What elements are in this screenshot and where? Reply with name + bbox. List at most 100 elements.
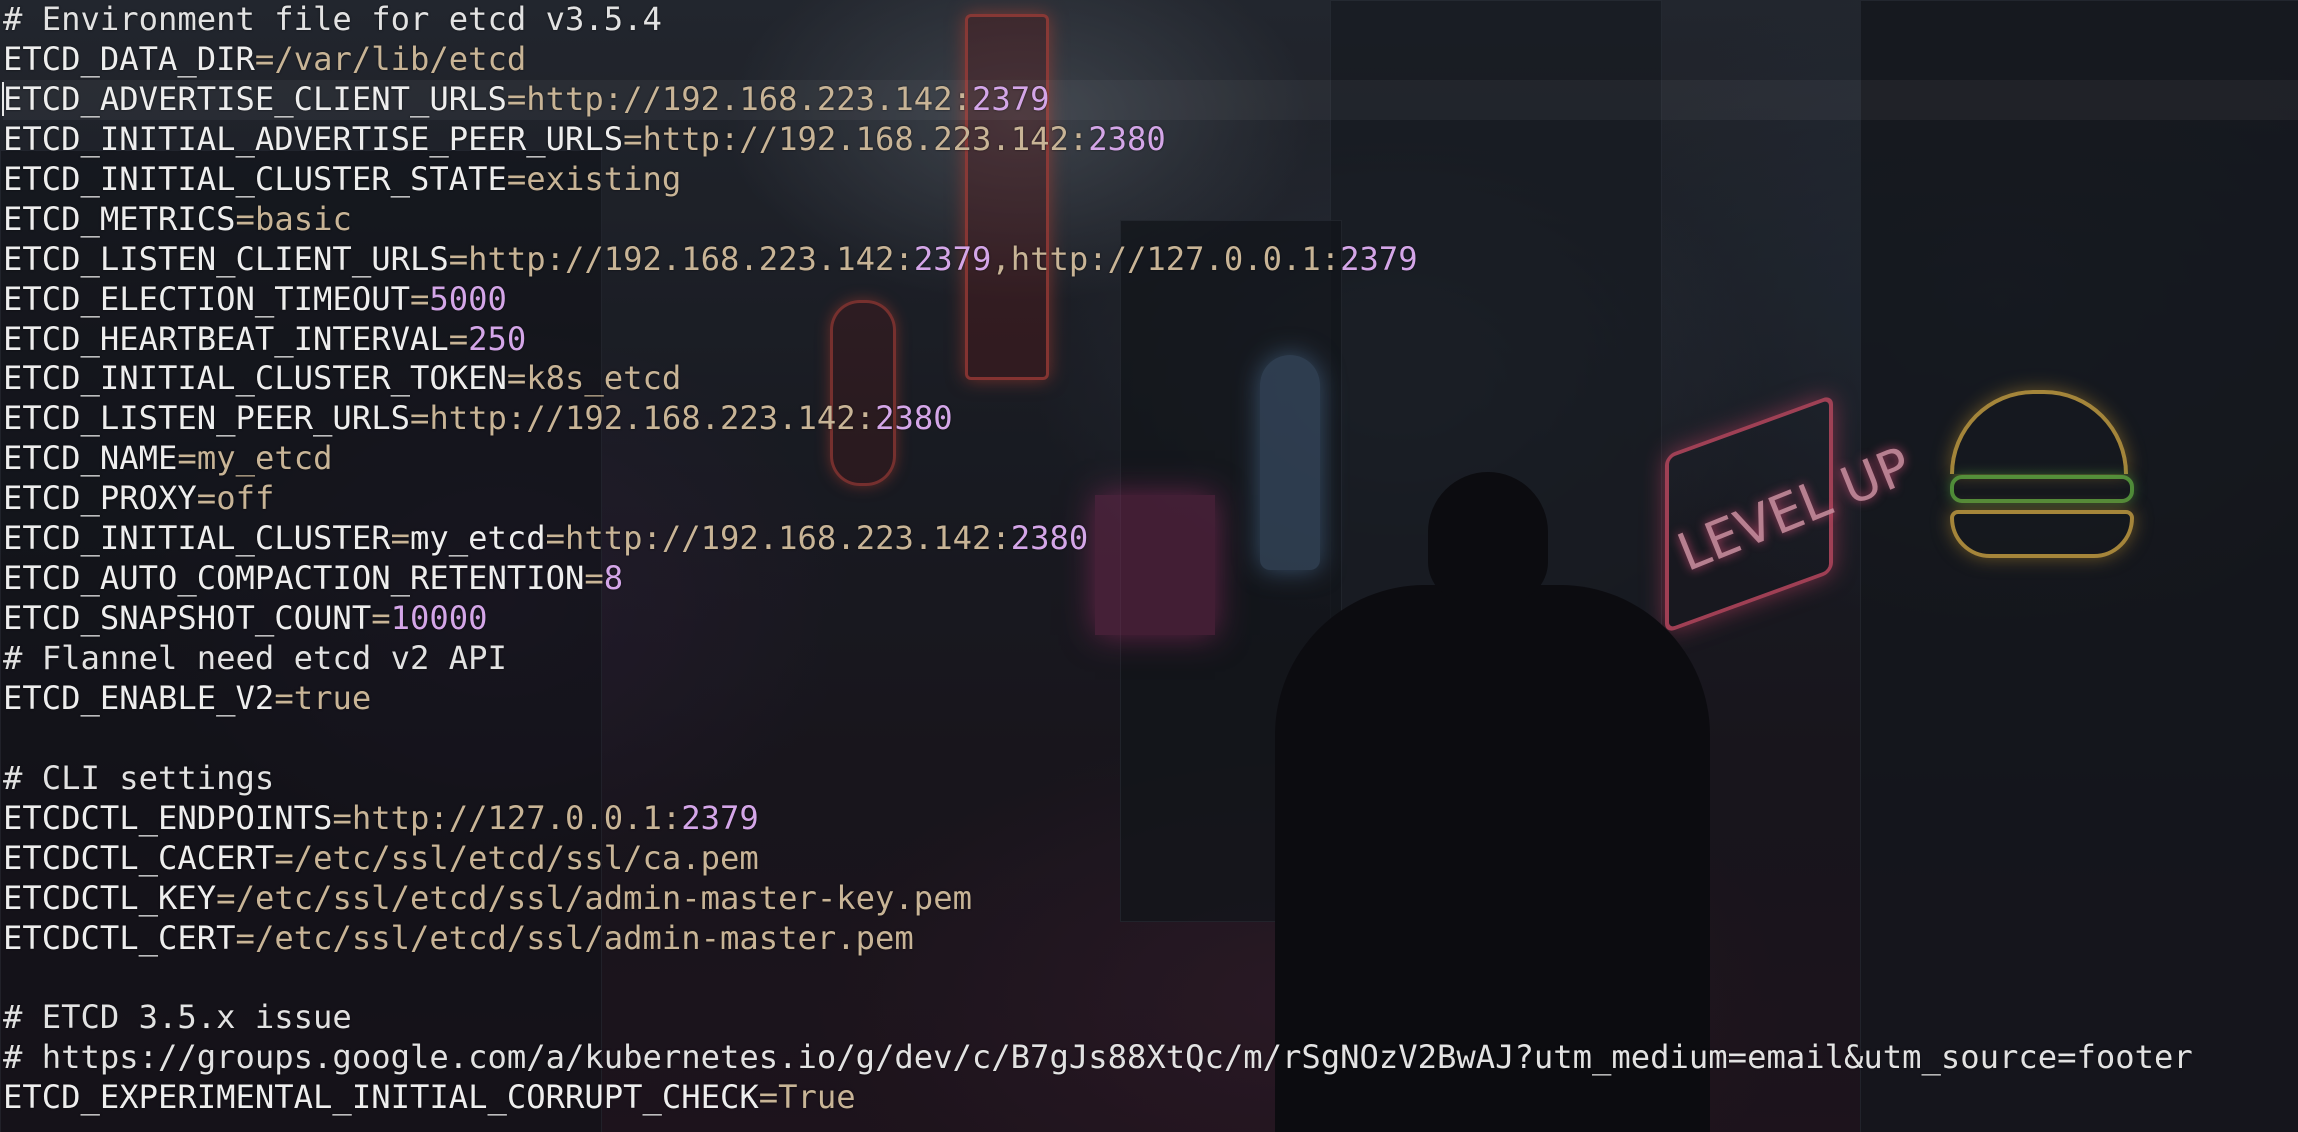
env-var-number: 2380	[1010, 519, 1089, 558]
comment-text: # Flannel need etcd v2 API	[3, 639, 507, 677]
env-var-key: ETCD_INITIAL_CLUSTER	[3, 519, 391, 558]
equals-sign: =	[332, 798, 352, 837]
env-var-line: ETCD_AUTO_COMPACTION_RETENTION=8	[3, 559, 2298, 599]
env-var-key: ETCD_SNAPSHOT_COUNT	[3, 599, 372, 638]
env-var-key: ETCD_PROXY	[3, 479, 197, 518]
env-var-number: 2379	[913, 239, 992, 278]
env-var-line: ETCD_ELECTION_TIMEOUT=5000	[3, 280, 2298, 320]
env-var-line: ETCD_DATA_DIR=/var/lib/etcd	[3, 40, 2298, 80]
env-var-number: 2379	[971, 79, 1050, 118]
env-var-line: ETCD_LISTEN_PEER_URLS=http://192.168.223…	[3, 399, 2298, 439]
env-var-key: ETCD_INITIAL_CLUSTER_STATE	[3, 159, 507, 198]
env-var-line: ETCD_INITIAL_CLUSTER_TOKEN=k8s_etcd	[3, 359, 2298, 399]
equals-sign: =	[506, 359, 527, 398]
env-var-line: ETCD_EXPERIMENTAL_INITIAL_CORRUPT_CHECK=…	[3, 1078, 2298, 1118]
terminal-text-buffer[interactable]: # Environment file for etcd v3.5.4 ETCD_D…	[3, 0, 2298, 1118]
env-var-value: http://192.168.223.142:	[429, 399, 876, 438]
equals-sign: =	[506, 79, 527, 118]
terminal-window[interactable]: LEVEL UP # Environment file for etcd v3.…	[0, 0, 2298, 1132]
env-var-value: off	[216, 479, 275, 518]
env-var-value: http://192.168.223.142:	[565, 519, 1011, 558]
env-var-key: ETCD_ELECTION_TIMEOUT	[3, 279, 410, 318]
env-var-key: ETCDCTL_CERT	[3, 918, 236, 957]
equals-sign: =	[584, 559, 604, 598]
env-var-number: 2379	[681, 798, 759, 837]
env-var-key: ETCD_ADVERTISE_CLIENT_URLS	[3, 79, 507, 118]
env-var-line: ETCD_PROXY=off	[3, 479, 2298, 519]
comment-text: # Environment file for etcd v3.5.4	[3, 0, 662, 38]
comment-line: # ETCD 3.5.x issue	[3, 998, 2298, 1038]
env-var-key: ETCD_METRICS	[3, 199, 236, 238]
comment-line: # CLI settings	[3, 759, 2298, 799]
equals-sign: =	[758, 1078, 779, 1117]
env-var-value: /var/lib/etcd	[274, 39, 527, 78]
env-var-line: ETCDCTL_KEY=/etc/ssl/etcd/ssl/admin-mast…	[3, 879, 2298, 919]
env-var-subkey: my_etcd	[409, 519, 546, 558]
equals-sign: =	[274, 838, 294, 877]
env-var-key: ETCD_DATA_DIR	[3, 39, 255, 78]
env-var-line: ETCD_ENABLE_V2=true	[3, 679, 2298, 719]
equals-sign: =	[506, 159, 527, 198]
env-var-number: 2379	[1340, 239, 1418, 278]
comment-text: # ETCD 3.5.x issue	[3, 998, 352, 1037]
env-var-value: my_etcd	[196, 439, 333, 478]
env-var-key: ETCD_NAME	[3, 439, 178, 478]
equals-sign: =	[177, 439, 197, 478]
env-var-value: true	[293, 678, 372, 717]
env-var-number: 2380	[875, 399, 953, 438]
env-var-value: basic	[254, 199, 352, 238]
env-var-number: 250	[468, 319, 527, 358]
equals-sign: =	[235, 199, 255, 238]
env-var-line: ETCD_INITIAL_ADVERTISE_PEER_URLS=http://…	[3, 120, 2298, 160]
env-var-number: 2380	[1088, 119, 1166, 158]
env-var-value: k8s_etcd	[526, 359, 682, 398]
env-var-number: 10000	[390, 599, 488, 638]
equals-sign: =	[448, 239, 469, 278]
comment-line: # https://groups.google.com/a/kubernetes…	[3, 1038, 2298, 1078]
equals-sign: =	[216, 878, 236, 917]
env-var-key: ETCD_ENABLE_V2	[3, 678, 275, 717]
env-var-key: ETCD_HEARTBEAT_INTERVAL	[3, 319, 449, 358]
comment-line: # Flannel need etcd v2 API	[3, 639, 2298, 679]
env-var-value: http://192.168.223.142:	[526, 79, 972, 118]
env-var-line: ETCD_INITIAL_CLUSTER_STATE=existing	[3, 160, 2298, 200]
env-var-line: ETCD_SNAPSHOT_COUNT=10000	[3, 599, 2298, 639]
equals-sign: =	[254, 39, 275, 78]
env-var-key: ETCD_INITIAL_ADVERTISE_PEER_URLS	[3, 119, 624, 158]
env-var-value: /etc/ssl/etcd/ssl/admin-master-key.pem	[235, 878, 972, 917]
env-var-value: http://192.168.223.142:	[642, 119, 1089, 158]
equals-sign: =	[371, 599, 391, 638]
env-var-line: ETCDCTL_ENDPOINTS=http://127.0.0.1:2379	[3, 799, 2298, 839]
equals-sign: =	[409, 399, 430, 438]
env-var-key: ETCDCTL_CACERT	[3, 838, 275, 877]
env-var-key: ETCD_EXPERIMENTAL_INITIAL_CORRUPT_CHECK	[3, 1078, 759, 1117]
equals-sign: =	[196, 479, 217, 518]
env-var-value: True	[778, 1078, 856, 1117]
env-var-key: ETCD_LISTEN_PEER_URLS	[3, 399, 410, 438]
env-var-line: ETCD_METRICS=basic	[3, 200, 2298, 240]
env-var-number: 5000	[429, 279, 507, 318]
text-cursor	[2, 82, 4, 116]
comment-text: # CLI settings	[3, 758, 275, 797]
equals-sign: =	[623, 119, 643, 158]
env-var-line: ETCD_LISTEN_CLIENT_URLS=http://192.168.2…	[3, 240, 2298, 280]
env-var-line: ETCDCTL_CACERT=/etc/ssl/etcd/ssl/ca.pem	[3, 839, 2298, 879]
env-var-value: /etc/ssl/etcd/ssl/admin-master.pem	[254, 918, 914, 957]
env-var-value: /etc/ssl/etcd/ssl/ca.pem	[293, 838, 759, 877]
env-var-line: ETCD_NAME=my_etcd	[3, 439, 2298, 479]
env-var-line: ETCDCTL_CERT=/etc/ssl/etcd/ssl/admin-mas…	[3, 919, 2298, 959]
env-var-key: ETCD_AUTO_COMPACTION_RETENTION	[3, 559, 585, 598]
env-var-line: ETCD_HEARTBEAT_INTERVAL=250	[3, 320, 2298, 360]
env-var-value: existing	[526, 159, 682, 198]
env-var-line: ETCD_INITIAL_CLUSTER=my_etcd=http://192.…	[3, 519, 2298, 559]
equals-sign: =	[274, 678, 294, 717]
env-var-key: ETCD_INITIAL_CLUSTER_TOKEN	[3, 359, 507, 398]
env-var-key: ETCDCTL_ENDPOINTS	[3, 798, 333, 837]
env-var-value: http://192.168.223.142:	[468, 239, 914, 278]
comment-line: # Environment file for etcd v3.5.4	[3, 0, 2298, 40]
env-var-line: ETCD_ADVERTISE_CLIENT_URLS=http://192.16…	[3, 79, 2298, 120]
env-var-value: http://127.0.0.1:	[351, 798, 682, 837]
env-var-value: ,http://127.0.0.1:	[991, 239, 1341, 278]
